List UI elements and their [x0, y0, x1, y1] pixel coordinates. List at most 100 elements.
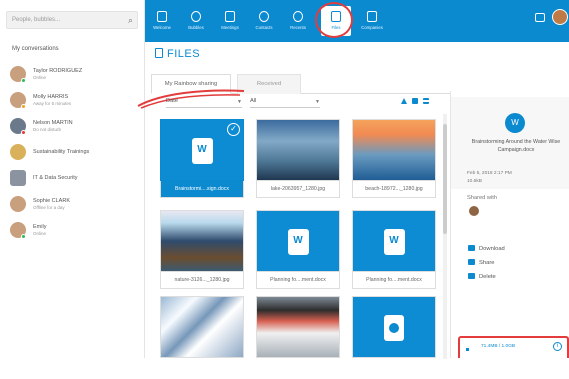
list-view-icon[interactable] [423, 98, 429, 104]
file-grid-scrollbar[interactable] [443, 114, 447, 359]
top-navigation: Welcome Bubbles Meetings Contacts Recent… [145, 0, 569, 42]
file-card[interactable]: nature-3126..._1280.jpg [160, 210, 244, 293]
file-card[interactable]: W Planning fo....ment.docx [256, 210, 340, 293]
image-thumbnail [160, 296, 244, 358]
image-thumbnail [256, 119, 340, 181]
trash-icon [468, 273, 475, 279]
dnd-status-icon [21, 130, 26, 135]
shared-with-label: Shared with [467, 195, 498, 201]
download-icon [468, 245, 475, 251]
contact-status: Online [33, 75, 47, 80]
files-icon [155, 48, 163, 58]
storage-usage-box: 71.4MB / 1.0GB i [458, 336, 569, 358]
profile-avatar[interactable] [552, 9, 568, 25]
away-status-icon [21, 104, 26, 109]
file-name: beach-18972..._1280.jpg [352, 181, 436, 198]
chevron-down-icon: ▼ [237, 99, 242, 105]
image-thumbnail [352, 119, 436, 181]
share-icon [468, 259, 475, 265]
file-card[interactable] [160, 296, 244, 379]
nav-welcome[interactable]: Welcome [147, 6, 177, 36]
conversations-title: My conversations [12, 46, 59, 52]
conversation-panel: People, bubbles... ⌕ My conversations Ta… [0, 0, 145, 358]
contact-row[interactable]: Molly HARRIS Away for 5 minutes [10, 90, 140, 115]
image-thumbnail [160, 210, 244, 272]
contact-status: Away for 5 minutes [33, 101, 72, 106]
nav-contacts[interactable]: Contacts [249, 6, 279, 36]
chevron-down-icon: ▼ [315, 99, 320, 105]
share-action[interactable]: Share [468, 259, 494, 266]
word-document-icon: W [191, 138, 213, 164]
search-input[interactable]: People, bubbles... ⌕ [6, 11, 138, 29]
file-card[interactable]: W Planning fo....ment.docx [352, 210, 436, 293]
word-document-icon: W [383, 229, 405, 255]
shared-user-avatar[interactable] [469, 206, 479, 216]
scrollbar-thumb[interactable] [443, 124, 447, 234]
video-file-icon [384, 315, 404, 341]
contact-name: Molly HARRIS [33, 94, 69, 100]
image-thumbnail [256, 296, 340, 358]
nav-recents[interactable]: Recents [283, 6, 313, 36]
sort-icon[interactable] [401, 98, 407, 104]
grid-view-icon[interactable] [412, 98, 418, 104]
file-thumbnail: W ✓ [160, 119, 244, 181]
file-card[interactable] [256, 296, 340, 379]
contact-name: Emily [33, 224, 47, 230]
file-filter-bar: Date ▼ All ▼ [160, 96, 445, 112]
file-type-filter-select[interactable]: All ▼ [250, 96, 320, 108]
file-name: nature-3126..._1280.jpg [160, 272, 244, 289]
selected-check-icon: ✓ [227, 123, 240, 136]
bubbles-icon [191, 11, 201, 22]
contact-row[interactable]: Taylor RODRIGUEZ Online [10, 64, 140, 89]
search-placeholder: People, bubbles... [12, 17, 61, 23]
contact-row[interactable]: Emily Online [10, 220, 140, 245]
contact-row[interactable]: Sustainability Trainings [10, 142, 140, 167]
contact-name: Sophie CLARK [33, 198, 70, 204]
contacts-icon [259, 11, 269, 22]
word-document-icon: W [505, 113, 525, 133]
recents-icon [293, 11, 303, 22]
file-card[interactable]: W ✓ Brainstormi....sign.docx [160, 119, 244, 202]
online-status-icon [21, 78, 26, 83]
selected-file-card: W Brainstorming Around the Water Wise Ca… [451, 97, 569, 189]
page-title: FILES [155, 48, 200, 60]
file-card[interactable]: lake-2063957_1280.jpg [256, 119, 340, 202]
group-avatar [10, 144, 26, 160]
info-icon[interactable]: i [553, 342, 562, 351]
download-action[interactable]: Download [468, 245, 505, 252]
nav-bubbles[interactable]: Bubbles [181, 6, 211, 36]
group-avatar [10, 170, 26, 186]
search-icon[interactable]: ⌕ [128, 15, 133, 26]
online-status-icon [21, 234, 26, 239]
delete-action[interactable]: Delete [468, 273, 496, 280]
nav-companies[interactable]: Companies [357, 6, 387, 36]
contact-row[interactable]: Sophie CLARK Offline for a day [10, 194, 140, 219]
storage-usage: 71.4MB / 1.0GB [481, 344, 516, 349]
contact-name: Taylor RODRIGUEZ [33, 68, 83, 74]
window-button[interactable] [535, 13, 545, 22]
companies-icon [367, 11, 377, 22]
contact-avatar [10, 196, 26, 212]
contact-row[interactable]: IT & Data Security [10, 168, 140, 193]
nav-meetings[interactable]: Meetings [215, 6, 245, 36]
contact-name: Sustainability Trainings [33, 149, 90, 155]
file-name: Planning fo....ment.docx [352, 272, 436, 289]
file-size: 10.6kB [467, 179, 482, 184]
contact-row[interactable]: Nelson MARTIN Do not disturb [10, 116, 140, 141]
contact-status: Offline for a day [33, 205, 65, 210]
word-document-icon: W [287, 229, 309, 255]
contact-name: Nelson MARTIN [33, 120, 73, 126]
file-name: lake-2063957_1280.jpg [256, 181, 340, 198]
file-card[interactable] [352, 296, 436, 379]
file-thumbnail: W [352, 210, 436, 272]
contact-name: IT & Data Security [33, 175, 78, 181]
contact-status: Do not disturb [33, 127, 62, 132]
file-thumbnail [352, 296, 436, 358]
contact-status: Online [33, 231, 47, 236]
files-highlight [315, 2, 353, 38]
file-card[interactable]: beach-18972..._1280.jpg [352, 119, 436, 202]
welcome-icon [157, 11, 167, 22]
storage-bar-icon [466, 348, 469, 351]
selected-file-title: Brainstorming Around the Water Wise Camp… [471, 139, 561, 153]
date-filter-select[interactable]: Date ▼ [166, 96, 242, 108]
